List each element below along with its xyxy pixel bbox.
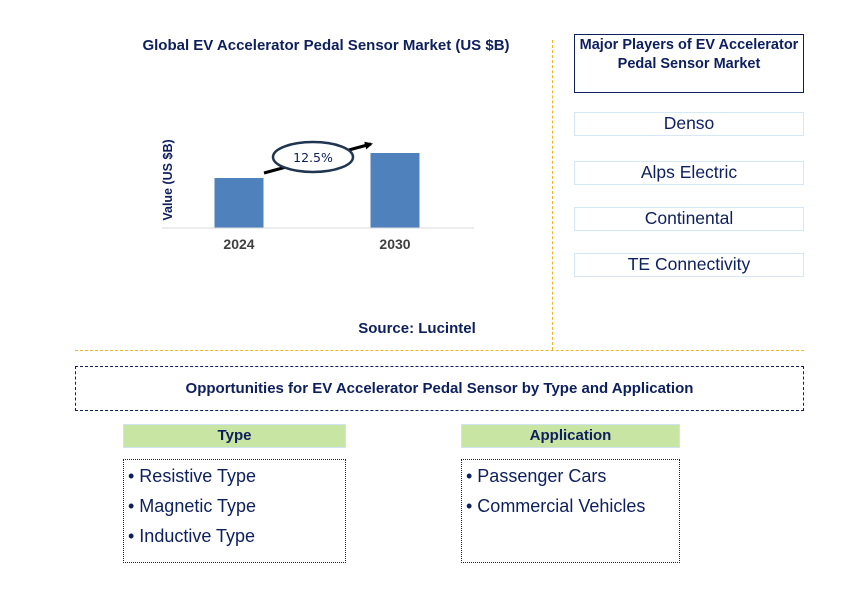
opportunities-title: Opportunities for EV Accelerator Pedal S…: [75, 366, 804, 411]
x-tick-2024: 2024: [223, 236, 254, 252]
y-axis-label: Value (US $B): [161, 139, 175, 220]
player-continental: Continental: [574, 207, 804, 231]
type-list: • Resistive Type • Magnetic Type • Induc…: [123, 459, 346, 563]
application-header: Application: [461, 424, 680, 448]
player-denso: Denso: [574, 112, 804, 136]
vertical-divider: [552, 40, 553, 350]
cagr-label: 12.5%: [293, 150, 333, 165]
application-list: • Passenger Cars • Commercial Vehicles: [461, 459, 680, 563]
x-tick-2030: 2030: [379, 236, 410, 252]
type-header: Type: [123, 424, 346, 448]
application-item-passenger-cars: • Passenger Cars: [466, 466, 607, 486]
bar-2024: [214, 178, 264, 228]
player-alps-electric: Alps Electric: [574, 161, 804, 185]
application-item-commercial-vehicles: • Commercial Vehicles: [466, 496, 646, 516]
source-label: Source: Lucintel: [358, 320, 476, 337]
type-item-magnetic: • Magnetic Type: [128, 496, 257, 516]
bar-2030: [370, 153, 420, 228]
type-item-resistive: • Resistive Type: [128, 466, 257, 486]
major-players-header: Major Players of EV Accelerator Pedal Se…: [574, 34, 804, 93]
player-te-connectivity: TE Connectivity: [574, 253, 804, 277]
type-item-inductive: • Inductive Type: [128, 526, 256, 546]
horizontal-divider: [75, 350, 804, 351]
